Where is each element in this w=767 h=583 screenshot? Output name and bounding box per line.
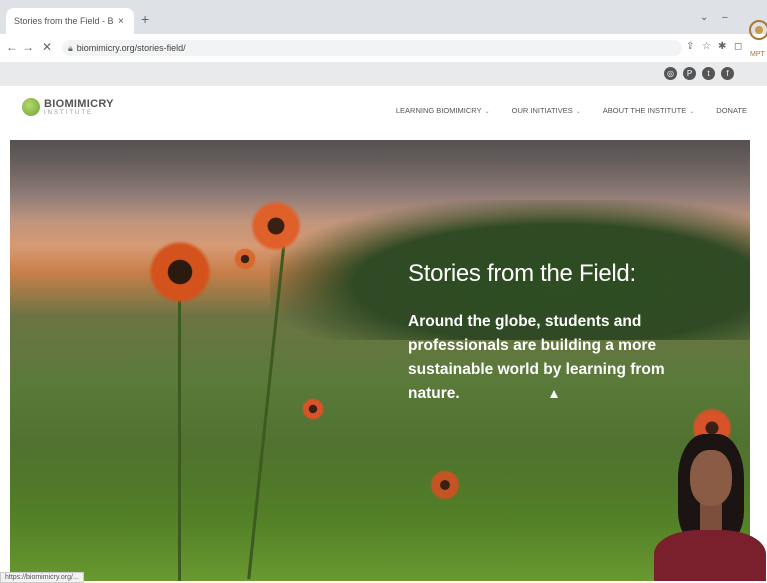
facebook-icon[interactable]: f xyxy=(721,67,734,80)
sunflower xyxy=(302,398,324,420)
logo-main-text: BIOMIMICRY xyxy=(44,98,114,110)
sunflower xyxy=(430,470,460,500)
site-header: BIOMIMICRY INSTITUTE LEARNING BIOMIMICRY… xyxy=(0,86,767,138)
url-field[interactable]: 🔒︎ biomimicry.org/stories-field/ xyxy=(62,40,682,56)
url-text: biomimicry.org/stories-field/ xyxy=(76,43,186,53)
sunflower xyxy=(148,240,212,304)
biomimicry-logo[interactable]: BIOMIMICRY INSTITUTE xyxy=(22,98,114,116)
lock-icon: 🔒︎ xyxy=(68,42,73,53)
chevron-down-icon: ⌄ xyxy=(689,109,695,115)
status-bar-url: https://biomimicry.org/... xyxy=(0,572,84,583)
address-bar-row: ← → ✕ 🔒︎ biomimicry.org/stories-field/ ⇪… xyxy=(0,34,767,63)
hero-title: Stories from the Field: xyxy=(408,260,636,287)
browser-tab[interactable]: Stories from the Field - Biomim × xyxy=(6,8,134,34)
logo-sub-text: INSTITUTE xyxy=(44,110,93,116)
nav-learning-biomimicry[interactable]: LEARNING BIOMIMICRY ⌄ xyxy=(396,106,490,115)
twitter-icon[interactable]: t xyxy=(702,67,715,80)
main-nav: LEARNING BIOMIMICRY ⌄ OUR INITIATIVES ⌄ AB… xyxy=(396,106,747,115)
presenter-webcam xyxy=(650,420,767,581)
mouse-cursor-icon xyxy=(550,390,558,398)
sunflower xyxy=(250,200,302,252)
new-tab-button[interactable]: + xyxy=(141,12,149,26)
chevron-down-icon: ⌄ xyxy=(484,109,490,115)
tab-close-icon[interactable]: × xyxy=(118,16,124,27)
pinterest-icon[interactable]: P xyxy=(683,67,696,80)
minimize-button[interactable]: – xyxy=(722,12,728,23)
channel-logo-text: MPT xyxy=(750,51,766,58)
chevron-down-icon: ⌄ xyxy=(575,109,581,115)
tab-title: Stories from the Field - Biomim xyxy=(14,16,114,26)
side-panel-icon[interactable]: ◻ xyxy=(734,41,742,52)
browser-tab-bar: Stories from the Field - Biomim × + ⌄ – xyxy=(0,0,767,34)
bookmark-star-icon[interactable]: ☆ xyxy=(702,41,711,52)
hero-grass xyxy=(10,440,750,581)
channel-logo: MPT xyxy=(749,20,767,58)
social-bar: ◎ P t f xyxy=(0,62,767,86)
instagram-icon[interactable]: ◎ xyxy=(664,67,677,80)
back-icon[interactable]: ← xyxy=(6,40,18,54)
share-icon[interactable]: ⇪ xyxy=(686,41,694,52)
hero-banner: Stories from the Field: Around the globe… xyxy=(10,140,750,581)
leaf-logo-icon xyxy=(22,98,40,116)
extensions-icon[interactable]: ✱ xyxy=(718,41,726,52)
nav-our-initiatives[interactable]: OUR INITIATIVES ⌄ xyxy=(512,106,581,115)
sunflower xyxy=(234,248,256,270)
nav-donate[interactable]: DONATE xyxy=(716,106,747,115)
tab-search-icon[interactable]: ⌄ xyxy=(700,12,708,23)
forward-icon[interactable]: → xyxy=(22,40,34,54)
stop-reload-icon[interactable]: ✕ xyxy=(42,40,52,54)
nav-about-the-institute[interactable]: ABOUT THE INSTITUTE ⌄ xyxy=(603,106,695,115)
